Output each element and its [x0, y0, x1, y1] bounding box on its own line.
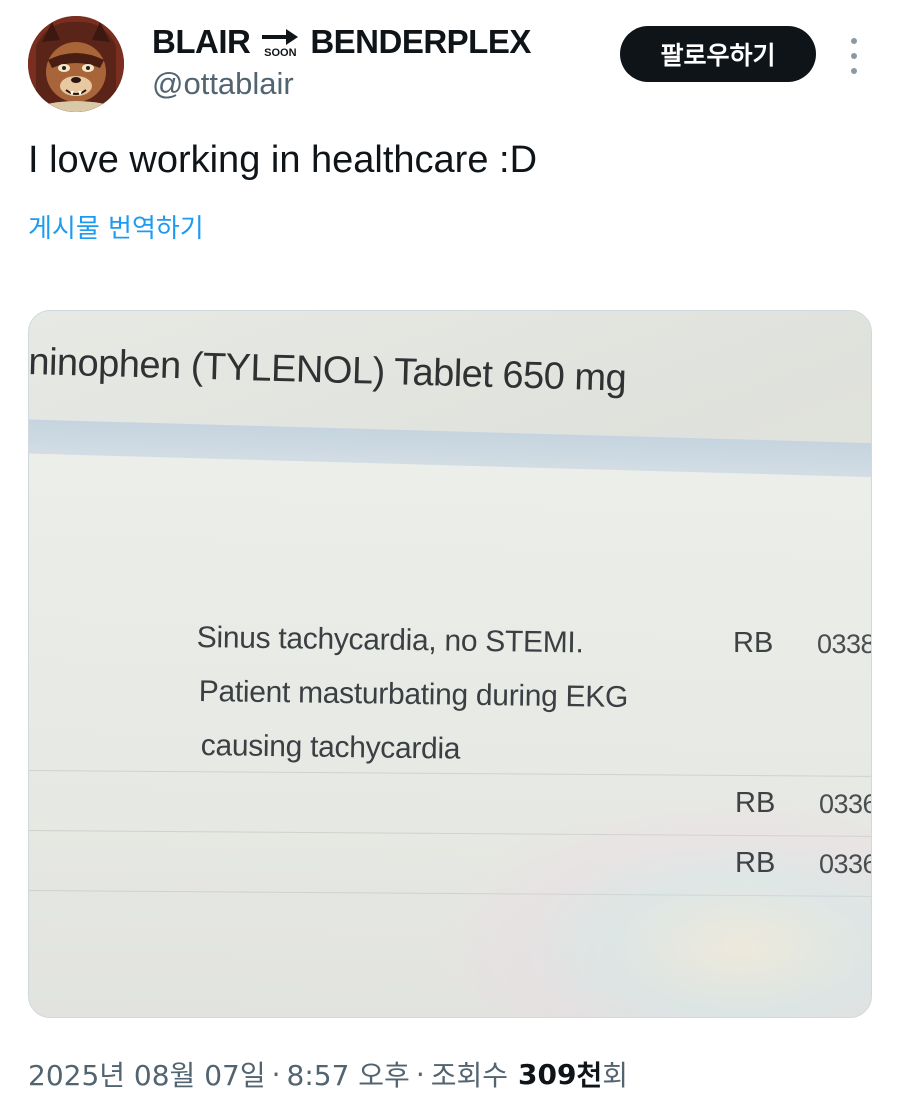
follow-button[interactable]: 팔로우하기: [620, 26, 816, 82]
post-date[interactable]: 2025년 08월 07일: [28, 1054, 266, 1094]
meta-separator: ·: [415, 1057, 425, 1091]
note-line: Sinus tachycardia, no STEMI.: [196, 621, 584, 660]
views-unit: 천: [576, 1059, 603, 1092]
medication-header: ninophen (TYLENOL) Tablet 650 mg: [28, 341, 627, 400]
row-code: 0336: [819, 849, 872, 879]
row-initials: RB: [735, 847, 776, 879]
display-name[interactable]: BLAIR SOON BENDERPLEX: [152, 20, 531, 64]
avatar[interactable]: [28, 16, 124, 112]
more-dot: [851, 68, 857, 74]
post-text: I love working in healthcare :D: [28, 139, 538, 181]
row-initials: RB: [735, 787, 776, 819]
views-suffix: 회: [602, 1059, 628, 1092]
arrow-right-icon: [262, 28, 299, 45]
user-handle[interactable]: @ottablair: [152, 66, 294, 102]
post-metadata: 2025년 08월 07일 · 8:57 오후 · 조회수 309 천 회: [28, 1052, 628, 1096]
translate-post-link[interactable]: 게시물 번역하기: [28, 208, 204, 245]
row-code: 0338: [817, 629, 872, 659]
views-label: 조회수: [430, 1059, 509, 1092]
display-name-second: BENDERPLEX: [310, 23, 531, 60]
meta-separator: ·: [271, 1057, 281, 1091]
views-count: 309: [518, 1057, 577, 1091]
photo-content: ninophen (TYLENOL) Tablet 650 mg Sinus t…: [28, 311, 872, 1017]
display-name-first: BLAIR: [152, 23, 251, 60]
row-initials: RB: [733, 627, 774, 659]
more-dot: [851, 38, 857, 44]
row-code: 0336: [819, 789, 872, 819]
soon-caption: SOON: [264, 46, 297, 59]
more-vertical-icon[interactable]: [840, 38, 868, 74]
arrow-soon-badge: SOON: [258, 26, 302, 59]
more-dot: [851, 53, 857, 59]
post-time[interactable]: 8:57 오후: [287, 1054, 410, 1094]
post-media-photo[interactable]: ninophen (TYLENOL) Tablet 650 mg Sinus t…: [28, 310, 872, 1018]
note-line: causing tachycardia: [200, 729, 461, 766]
note-line: Patient masturbating during EKG: [198, 675, 629, 714]
tweet: BLAIR SOON BENDERPLEX @ottablair 팔로우하기 I…: [0, 0, 900, 1111]
avatar-image: [28, 16, 124, 112]
